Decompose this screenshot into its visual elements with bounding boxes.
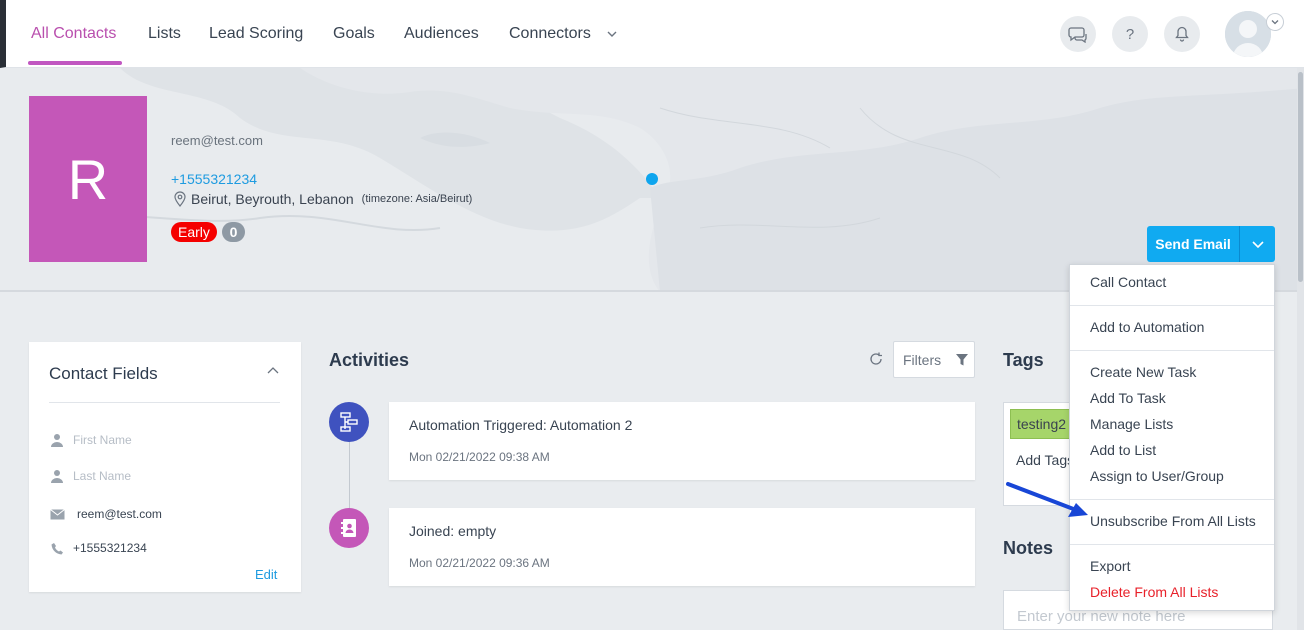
bell-icon	[1175, 26, 1189, 42]
phone-field[interactable]: +1555321234	[49, 541, 147, 555]
activity-card: Automation Triggered: Automation 2 Mon 0…	[389, 402, 975, 480]
filters-label: Filters	[903, 351, 942, 368]
menu-item-assign-to-user-group[interactable]: Assign to User/Group	[1090, 468, 1224, 484]
notes-title: Notes	[1003, 538, 1054, 558]
refresh-icon	[870, 352, 882, 365]
tag-chip[interactable]: testing2	[1010, 409, 1074, 439]
chevron-down-icon	[1271, 20, 1279, 25]
location-marker	[646, 173, 658, 185]
add-tags-input[interactable]: Add Tags	[1016, 452, 1074, 468]
menu-item-create-new-task[interactable]: Create New Task	[1090, 364, 1196, 380]
timezone-text: (timezone: Asia/Beirut)	[361, 193, 473, 205]
activity-title: Joined: empty	[409, 523, 497, 539]
first-name-placeholder: First Name	[73, 433, 132, 447]
activity-date: Mon 02/21/2022 09:38 AM	[409, 450, 550, 464]
menu-divider	[1070, 544, 1274, 545]
activity-title: Automation Triggered: Automation 2	[409, 417, 633, 433]
contact-fields-card: Contact Fields First Name Last Name reem…	[29, 342, 301, 592]
edit-fields-link[interactable]: Edit	[255, 567, 277, 582]
email-value: reem@test.com	[77, 507, 162, 521]
chat-button[interactable]	[1060, 16, 1096, 52]
menu-item-export[interactable]: Export	[1090, 558, 1130, 574]
activity-card: Joined: empty Mon 02/21/2022 09:36 AM	[389, 508, 975, 586]
help-button[interactable]: ?	[1112, 16, 1148, 52]
person-icon	[49, 469, 65, 483]
chat-icon	[1068, 27, 1087, 43]
send-email-actions-menu: Call Contact Add to Automation Create Ne…	[1069, 264, 1275, 611]
contact-initial-avatar: R	[29, 96, 147, 262]
first-name-field[interactable]: First Name	[49, 433, 132, 447]
send-email-button[interactable]: Send Email	[1147, 226, 1239, 262]
menu-item-delete-from-all-lists[interactable]: Delete From All Lists	[1090, 584, 1218, 600]
contact-initial: R	[67, 147, 109, 211]
menu-item-call-contact[interactable]: Call Contact	[1090, 274, 1166, 290]
menu-divider	[1070, 499, 1274, 500]
filters-button[interactable]: Filters	[893, 341, 975, 378]
envelope-icon	[49, 507, 65, 521]
top-navigation: All Contacts Lists Lead Scoring Goals Au…	[0, 0, 1304, 68]
menu-divider	[1070, 350, 1274, 351]
menu-item-add-to-list[interactable]: Add to List	[1090, 442, 1156, 458]
notifications-button[interactable]	[1164, 16, 1200, 52]
page-scrollbar[interactable]	[1297, 68, 1304, 630]
tab-audiences[interactable]: Audiences	[404, 24, 479, 44]
filter-icon	[956, 353, 969, 365]
send-email-button-group: Send Email	[1147, 226, 1275, 262]
phone-value: +1555321234	[73, 541, 147, 555]
contact-phone-link[interactable]: +1555321234	[171, 171, 257, 187]
location-text: Beirut, Beyrouth, Lebanon	[191, 191, 354, 207]
tab-all-contacts[interactable]: All Contacts	[31, 24, 116, 44]
person-icon	[49, 433, 65, 447]
score-badge: 0	[222, 222, 245, 242]
menu-item-manage-lists[interactable]: Manage Lists	[1090, 416, 1173, 432]
tab-goals[interactable]: Goals	[333, 24, 375, 44]
chevron-down-icon	[1251, 241, 1264, 249]
menu-item-add-to-task[interactable]: Add To Task	[1090, 390, 1166, 406]
tab-connectors-label: Connectors	[509, 25, 591, 42]
send-email-dropdown-toggle[interactable]	[1239, 226, 1275, 262]
chevron-down-icon	[607, 31, 617, 37]
contact-book-icon	[341, 519, 356, 537]
scrollbar-thumb[interactable]	[1298, 72, 1303, 282]
lead-status-badge: Early	[171, 222, 217, 242]
activity-icon-joined	[329, 508, 369, 548]
activity-date: Mon 02/21/2022 09:36 AM	[409, 556, 550, 570]
menu-item-add-to-automation[interactable]: Add to Automation	[1090, 319, 1204, 335]
chevron-up-icon[interactable]	[267, 366, 279, 376]
avatar-menu-toggle[interactable]	[1266, 13, 1284, 31]
tab-connectors[interactable]: Connectors	[509, 24, 617, 44]
menu-item-unsubscribe-from-all-lists[interactable]: Unsubscribe From All Lists	[1090, 513, 1256, 529]
tab-lead-scoring[interactable]: Lead Scoring	[209, 24, 303, 44]
email-field[interactable]: reem@test.com	[49, 507, 162, 521]
user-avatar-icon	[1225, 11, 1271, 57]
last-name-placeholder: Last Name	[73, 469, 132, 483]
last-name-field[interactable]: Last Name	[49, 469, 131, 483]
menu-divider	[1070, 305, 1274, 306]
location-pin-icon	[174, 191, 186, 207]
tab-lists[interactable]: Lists	[148, 24, 181, 44]
contact-fields-title: Contact Fields	[49, 364, 158, 383]
automation-icon	[340, 412, 358, 432]
divider	[49, 402, 280, 403]
phone-icon	[49, 541, 65, 555]
help-icon: ?	[1125, 25, 1135, 43]
contact-email: reem@test.com	[171, 133, 263, 148]
active-tab-indicator	[28, 61, 122, 65]
tags-title: Tags	[1003, 350, 1044, 370]
user-avatar[interactable]	[1225, 11, 1271, 57]
refresh-button[interactable]	[869, 352, 883, 370]
activity-icon-automation	[329, 402, 369, 442]
contact-location: Beirut, Beyrouth, Lebanon (timezone: Asi…	[173, 191, 472, 207]
activities-title: Activities	[329, 350, 410, 370]
